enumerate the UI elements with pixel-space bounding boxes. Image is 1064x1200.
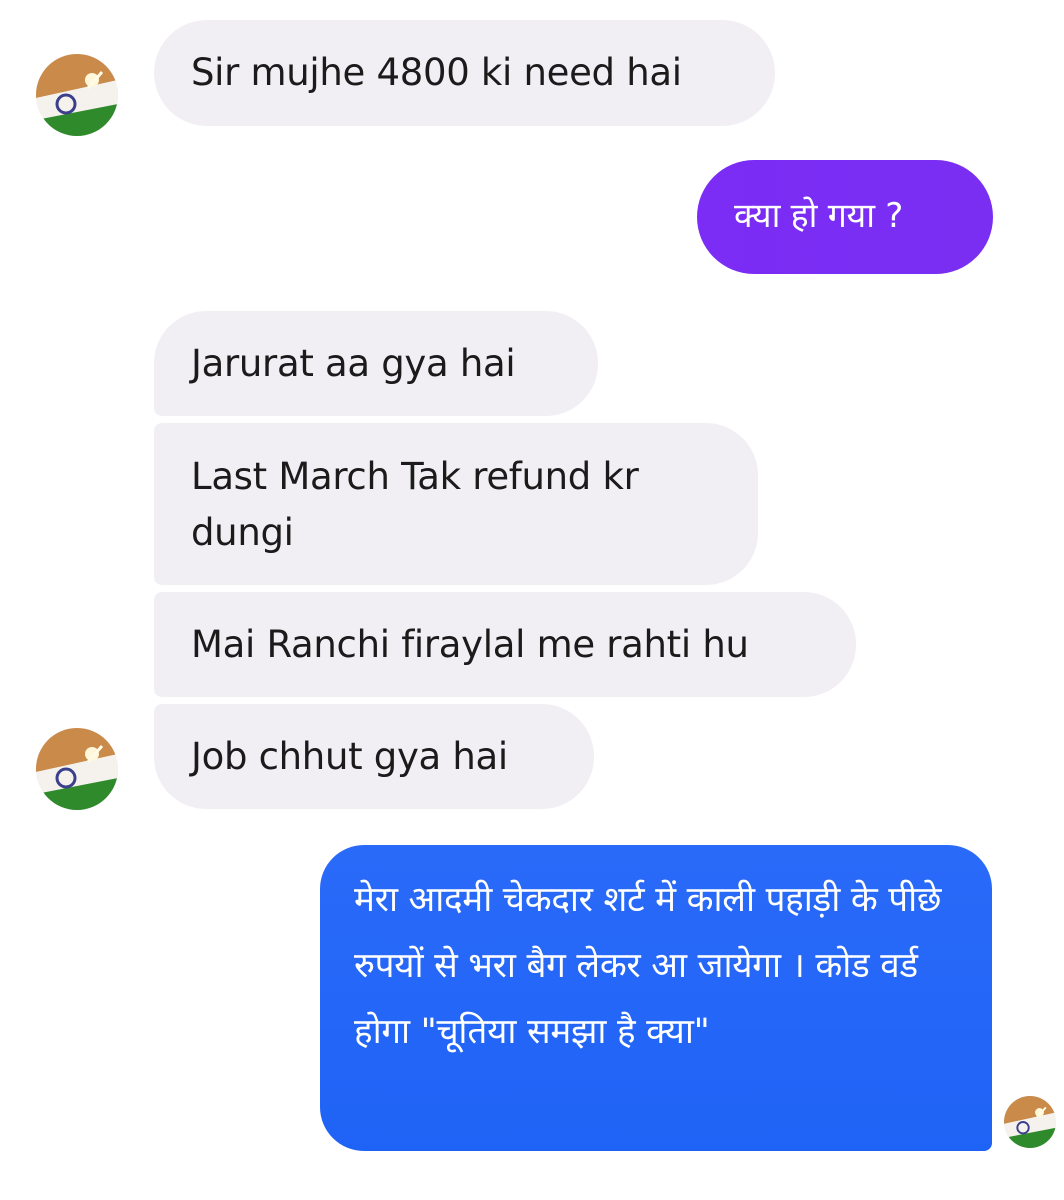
message-bubble-outgoing[interactable]: क्या हो गया ? (697, 160, 993, 274)
message-text: Jarurat aa gya hai (191, 342, 516, 385)
contact-avatar[interactable] (36, 728, 118, 810)
profile-photo-flag-icon (36, 728, 118, 810)
message-bubble-incoming[interactable]: Job chhut gya hai (154, 704, 594, 809)
message-bubble-outgoing[interactable]: मेरा आदमी चेकदार शर्ट में काली पहाड़ी के… (320, 845, 992, 1151)
message-bubble-incoming[interactable]: Mai Ranchi firaylal me rahti hu (154, 592, 856, 697)
message-text: Job chhut gya hai (191, 735, 508, 778)
message-text: Sir mujhe 4800 ki need hai (191, 51, 682, 94)
message-bubble-incoming[interactable]: Jarurat aa gya hai (154, 311, 598, 416)
message-bubble-incoming[interactable]: Last March Tak refund kr dungi (154, 423, 758, 585)
message-bubble-incoming[interactable]: Sir mujhe 4800 ki need hai (154, 20, 775, 126)
message-text: Last March Tak refund kr dungi (191, 455, 639, 554)
profile-photo-flag-icon (36, 54, 118, 136)
message-text: मेरा आदमी चेकदार शर्ट में काली पहाड़ी के… (354, 880, 942, 1052)
contact-avatar[interactable] (36, 54, 118, 136)
profile-photo-flag-icon (1004, 1096, 1056, 1148)
seen-avatar (1004, 1096, 1056, 1148)
message-text: Mai Ranchi firaylal me rahti hu (191, 623, 749, 666)
message-text: क्या हो गया ? (734, 196, 904, 236)
